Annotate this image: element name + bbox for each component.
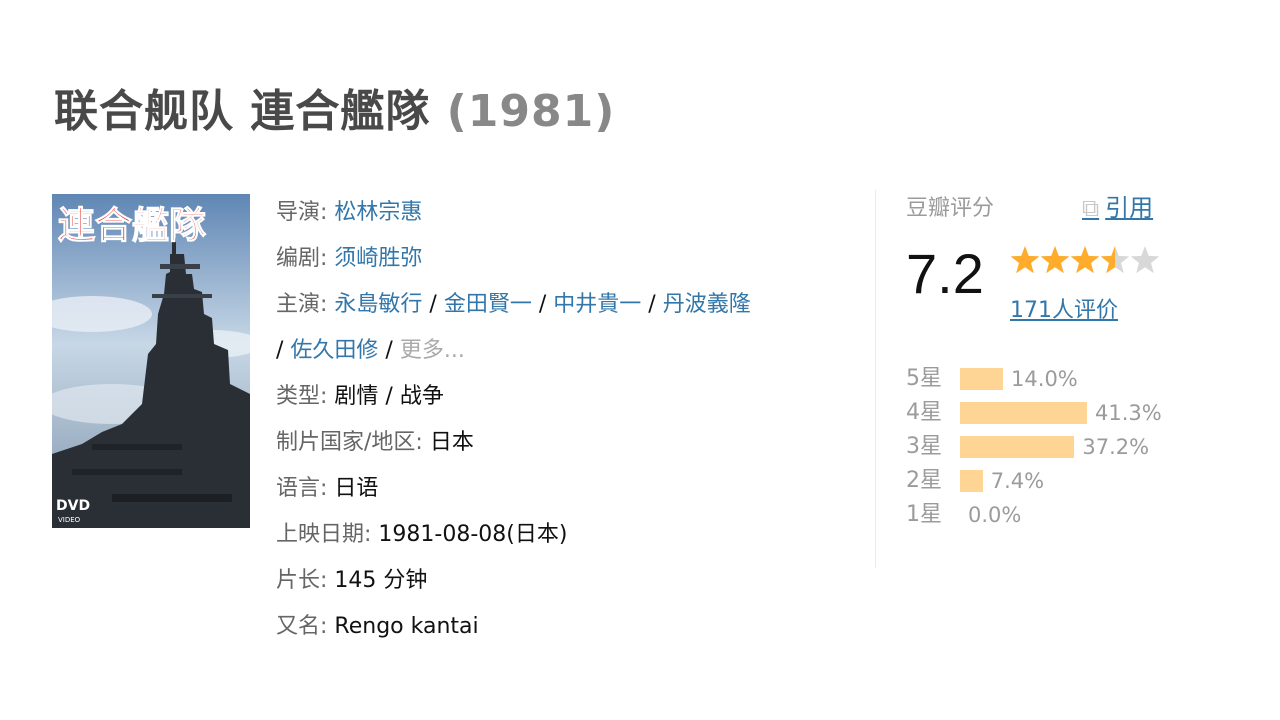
cast-separator: / — [641, 292, 663, 317]
info-cast-continued: / 佐久田修 / 更多... — [276, 328, 766, 374]
rating-dist-row: 5星 14.0% — [906, 364, 1176, 398]
genre-value: 剧情 — [334, 384, 379, 409]
rating-dist-row: 2星 7.4% — [906, 466, 1176, 500]
rating-dist-percent: 7.4% — [990, 469, 1045, 493]
cast-link[interactable]: 丹波義隆 — [663, 292, 751, 317]
cast-separator: / — [422, 292, 444, 317]
rating-distribution: 5星 14.0% 4星 41.3% 3星 37.2% 2星 7.4% 1星 0.0% — [906, 364, 1176, 534]
info-country: 制片国家/地区: 日本 — [276, 420, 766, 466]
movie-info: 导演: 松林宗惠 编剧: 须崎胜弥 主演: 永島敏行 / 金田賢一 / 中井貴一… — [276, 190, 766, 650]
aka-label: 又名: — [276, 614, 328, 639]
genre-label: 类型: — [276, 384, 328, 409]
cast-link[interactable]: 金田賢一 — [444, 292, 532, 317]
star-icon-filled — [1070, 246, 1100, 274]
writer-label: 编剧: — [276, 246, 328, 271]
section-divider — [875, 190, 876, 568]
rating-score: 7.2 — [906, 242, 984, 305]
movie-poster[interactable]: 連合艦隊 DVD VIDEO — [52, 194, 250, 528]
cast-link[interactable]: 中井貴一 — [553, 292, 641, 317]
rating-dist-row: 3星 37.2% — [906, 432, 1176, 466]
aka-value: Rengo kantai — [334, 614, 479, 639]
rating-votes-link[interactable]: 171人评价 — [1010, 292, 1118, 324]
rating-label: 豆瓣评分 — [906, 196, 995, 221]
country-value: 日本 — [429, 430, 474, 455]
rating-stars — [1010, 246, 1160, 274]
cast-separator: / — [378, 338, 400, 363]
language-label: 语言: — [276, 476, 328, 501]
poster-video-badge: VIDEO — [58, 516, 81, 524]
rating-dist-bar — [960, 402, 1087, 424]
rating-dist-bar — [960, 436, 1075, 458]
info-writer: 编剧: 须崎胜弥 — [276, 236, 766, 282]
rating-dist-percent: 14.0% — [1011, 367, 1078, 391]
cite-button[interactable]: ⧉ 引用 — [1082, 188, 1153, 223]
info-director: 导演: 松林宗惠 — [276, 190, 766, 236]
info-language: 语言: 日语 — [276, 466, 766, 512]
release-label: 上映日期: — [276, 522, 372, 547]
info-release: 上映日期: 1981-08-08(日本) — [276, 512, 766, 558]
cast-label: 主演: — [276, 292, 328, 317]
info-runtime: 片长: 145 分钟 — [276, 558, 766, 604]
rating-dist-percent: 37.2% — [1082, 435, 1150, 459]
rating-dist-label: 1星 — [906, 502, 942, 527]
rating-dist-bar — [960, 470, 983, 492]
star-icon-empty — [1130, 246, 1160, 274]
cite-label: 引用 — [1105, 194, 1154, 222]
info-genre: 类型: 剧情 / 战争 — [276, 374, 766, 420]
runtime-label: 片长: — [276, 568, 328, 593]
rating-dist-label: 5星 — [906, 366, 942, 391]
poster-title: 連合艦隊 — [58, 204, 206, 247]
star-icon-filled — [1040, 246, 1070, 274]
info-aka: 又名: Rengo kantai — [276, 604, 766, 650]
director-link[interactable]: 松林宗惠 — [334, 200, 422, 225]
runtime-value: 145 分钟 — [334, 568, 428, 593]
star-icon-filled — [1010, 246, 1040, 274]
page-title: 联合舰队 連合艦隊 (1981) — [54, 86, 615, 139]
director-label: 导演: — [276, 200, 328, 225]
cast-separator: / — [276, 338, 291, 363]
rating-dist-row: 4星 41.3% — [906, 398, 1176, 432]
rating-dist-label: 3星 — [906, 434, 942, 459]
genre-separator: / — [378, 384, 400, 409]
language-value: 日语 — [334, 476, 379, 501]
cast-link[interactable]: 永島敏行 — [334, 292, 422, 317]
rating-dist-bar — [960, 368, 1004, 390]
poster-dvd-badge: DVD — [56, 498, 90, 514]
rating-dist-percent: 41.3% — [1095, 401, 1162, 425]
cast-link[interactable]: 佐久田修 — [290, 338, 378, 363]
poster-image: 連合艦隊 DVD VIDEO — [52, 194, 250, 528]
external-link-icon: ⧉ — [1082, 194, 1100, 222]
cast-more-link[interactable]: 更多... — [400, 338, 465, 363]
country-label: 制片国家/地区: — [276, 430, 423, 455]
rating-dist-label: 4星 — [906, 400, 942, 425]
release-value: 1981-08-08(日本) — [378, 522, 568, 547]
rating-dist-percent: 0.0% — [968, 503, 1022, 527]
cast-separator: / — [531, 292, 554, 317]
movie-title: 联合舰队 連合艦隊 — [54, 86, 431, 137]
rating-dist-label: 2星 — [906, 468, 942, 493]
info-cast: 主演: 永島敏行 / 金田賢一 / 中井貴一 / 丹波義隆 — [276, 282, 766, 328]
genre-value: 战争 — [399, 384, 444, 409]
rating-dist-row: 1星 0.0% — [906, 500, 1176, 534]
writer-link[interactable]: 须崎胜弥 — [334, 246, 422, 271]
movie-year: (1981) — [446, 86, 616, 137]
